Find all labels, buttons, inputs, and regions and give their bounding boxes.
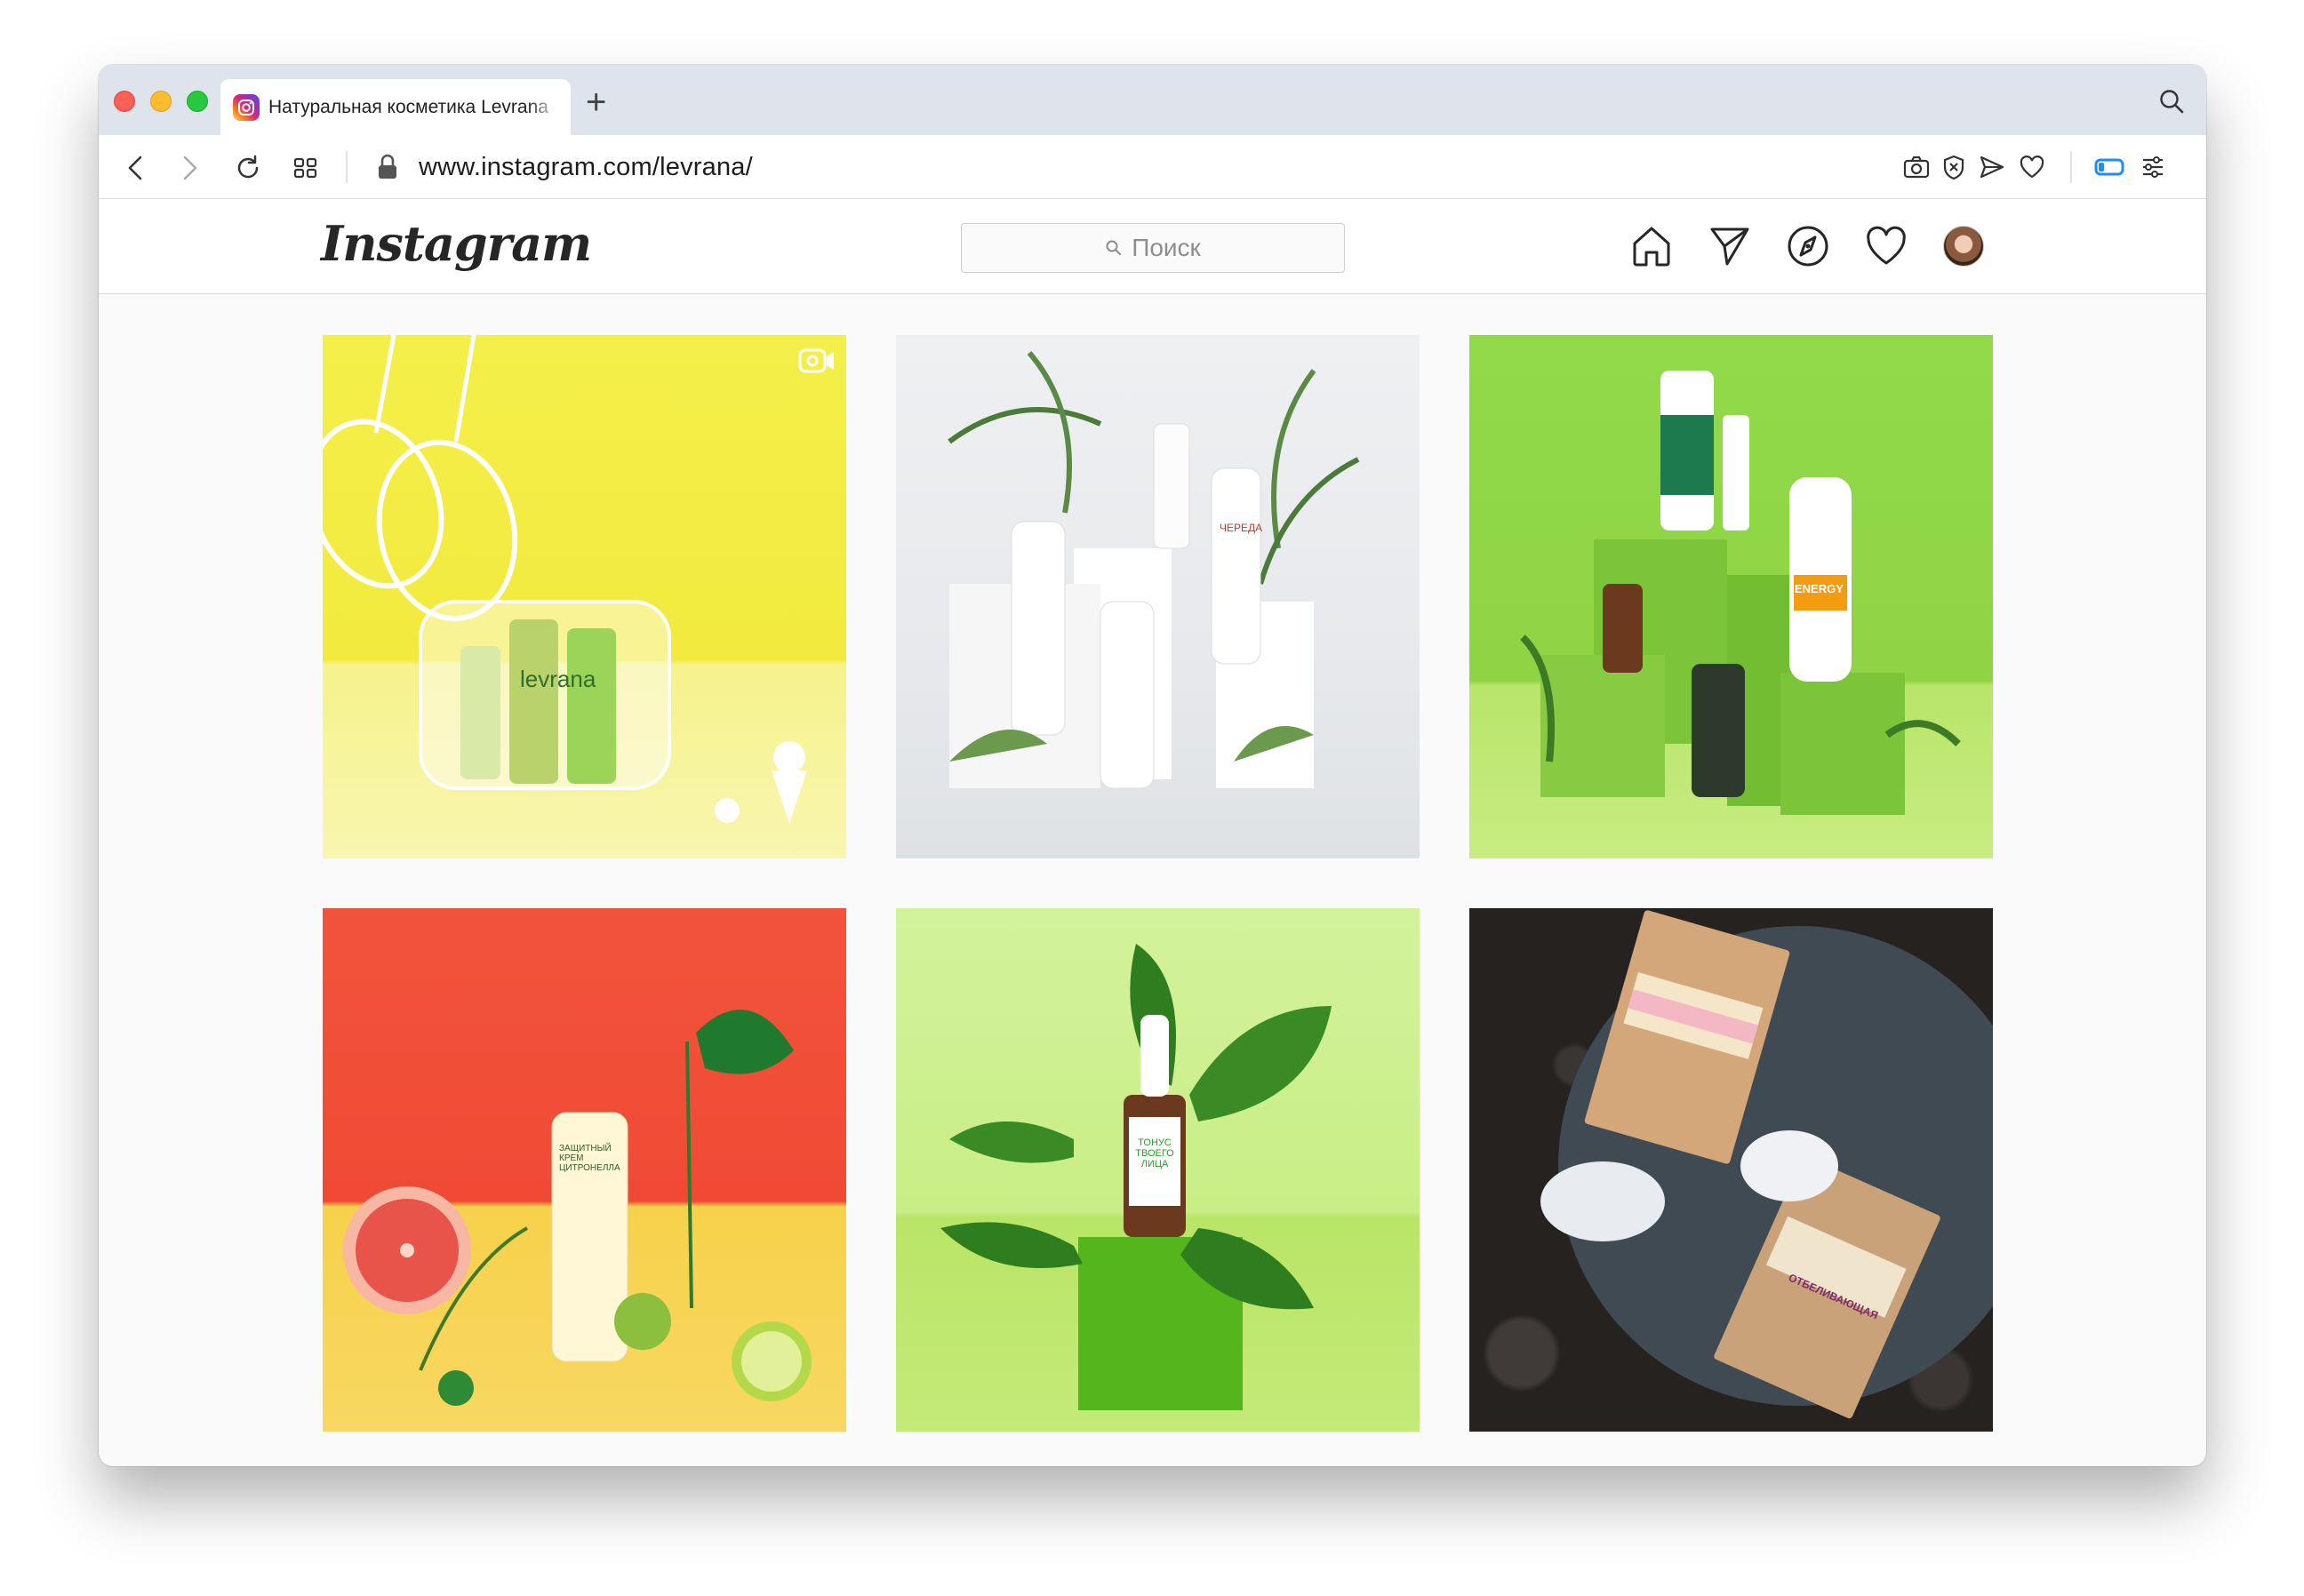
reload-icon[interactable]	[234, 155, 262, 186]
address-bar: www.instagram.com/levrana/	[99, 135, 2206, 199]
tab-title: Натуральная косметика Levrana	[268, 96, 548, 117]
activity-heart-icon[interactable]	[1864, 224, 1908, 273]
post-image	[1520, 371, 1961, 815]
heart-icon[interactable]	[2019, 155, 2045, 184]
product-brand: levrana	[520, 666, 596, 692]
send-icon[interactable]	[1979, 155, 2005, 184]
search-input[interactable]: Поиск	[961, 223, 1345, 273]
sidebar-icon[interactable]	[2094, 156, 2124, 182]
instagram-logo[interactable]: Instagram	[321, 215, 592, 272]
settings-icon[interactable]	[2140, 155, 2165, 184]
forward-icon[interactable]	[177, 155, 202, 186]
product-label: ENERGY	[1795, 582, 1844, 595]
post-tile[interactable]: ENERGY	[1469, 335, 1993, 858]
post-tile[interactable]: levrana	[323, 335, 846, 858]
post-image	[948, 351, 1360, 789]
post-image	[940, 944, 1332, 1410]
camera-icon[interactable]	[1903, 155, 1930, 184]
lock-icon	[376, 153, 399, 186]
instagram-favicon-icon	[233, 93, 260, 121]
direct-icon[interactable]	[1708, 224, 1752, 273]
product-label: ЗАЩИТНЫЙ КРЕМ ЦИТРОНЕЛЛА	[559, 1144, 620, 1173]
explore-icon[interactable]	[1786, 224, 1830, 273]
maximize-window-button[interactable]	[187, 91, 208, 112]
url-field[interactable]: www.instagram.com/levrana/	[419, 153, 753, 182]
minimize-window-button[interactable]	[150, 91, 172, 112]
post-tile[interactable]: ТОНУС ТВОЕГО ЛИЦА	[896, 908, 1420, 1432]
tab-bar: Натуральная косметика Levrana +	[99, 65, 2206, 135]
toolbar-separator	[346, 151, 348, 183]
toolbar-separator	[2070, 151, 2072, 183]
home-icon[interactable]	[1629, 224, 1674, 273]
tabs-grid-icon[interactable]	[292, 155, 319, 186]
shield-icon[interactable]	[1941, 155, 1966, 186]
video-icon	[798, 347, 836, 379]
search-icon[interactable]	[2158, 88, 2185, 119]
product-label: ЧЕРЕДА	[1220, 522, 1263, 534]
post-image	[323, 335, 807, 824]
post-tile[interactable]: ОТБЕЛИВАЮЩАЯ	[1469, 908, 1993, 1432]
instagram-header: Instagram Поиск	[99, 199, 2206, 294]
profile-avatar[interactable]	[1943, 226, 1984, 267]
search-placeholder: Поиск	[1132, 234, 1201, 261]
browser-window: Натуральная косметика Levrana + www.inst…	[99, 65, 2206, 1466]
post-tile[interactable]: ЗАЩИТНЫЙ КРЕМ ЦИТРОНЕЛЛА	[323, 908, 846, 1432]
post-image	[1540, 910, 1993, 1419]
post-tile[interactable]: ЧЕРЕДА	[896, 335, 1420, 858]
back-icon[interactable]	[124, 155, 148, 186]
new-tab-button[interactable]: +	[586, 84, 606, 120]
tab-instagram[interactable]: Натуральная косметика Levrana	[220, 79, 571, 135]
product-label: ТОНУС ТВОЕГО ЛИЦА	[1135, 1137, 1174, 1169]
close-window-button[interactable]	[114, 91, 135, 112]
search-icon	[1106, 240, 1122, 256]
